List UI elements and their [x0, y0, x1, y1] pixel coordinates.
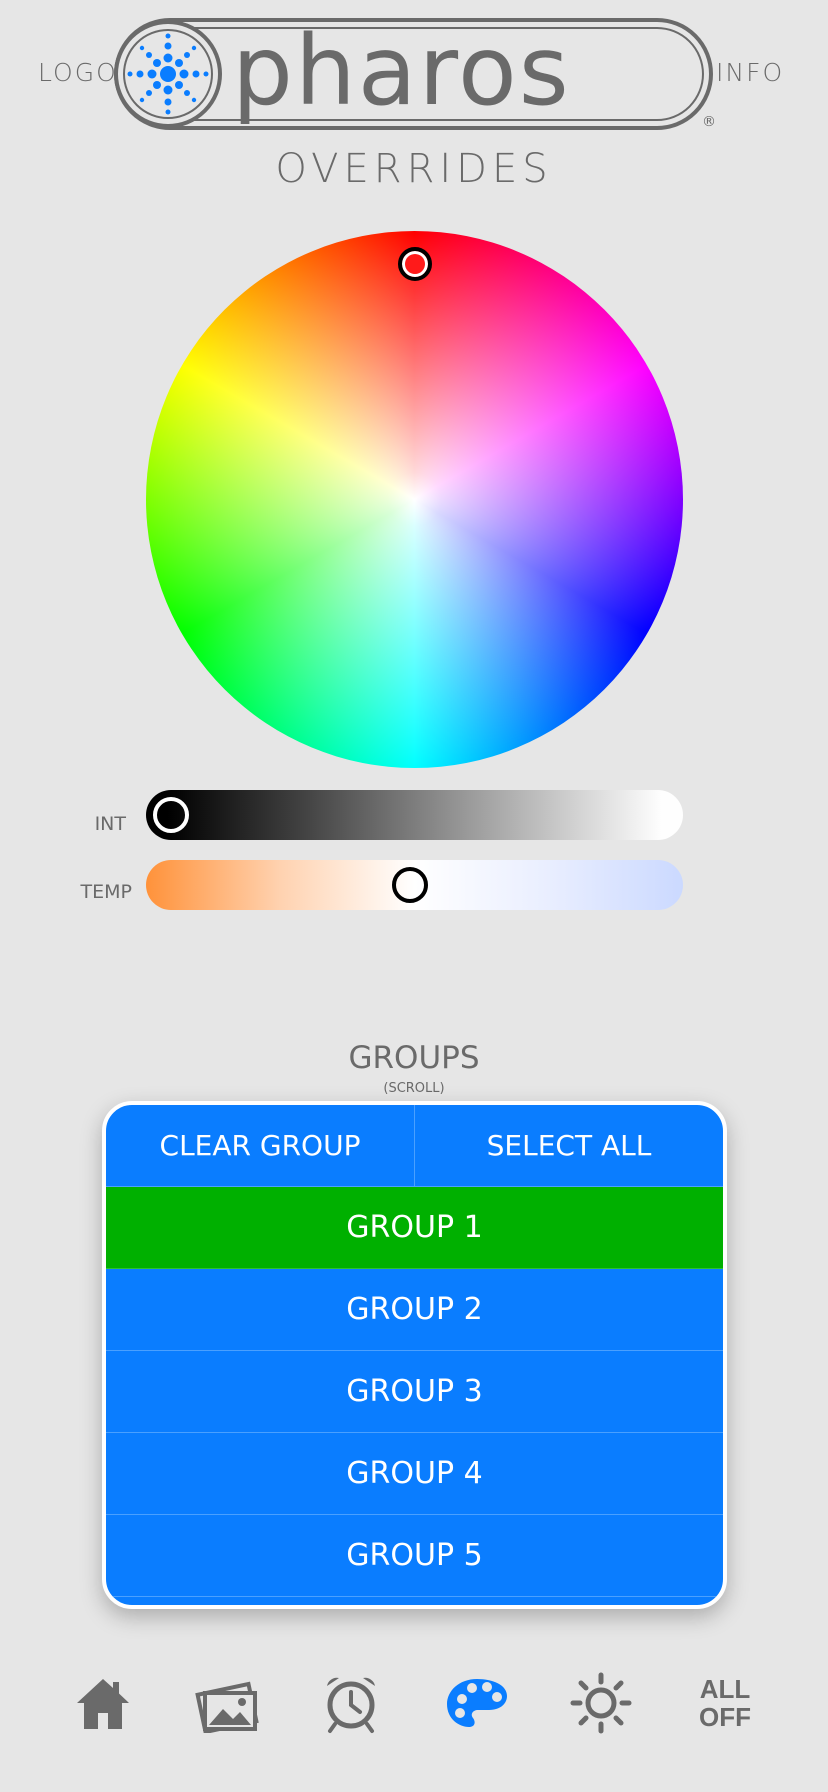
temperature-slider-thumb[interactable]	[392, 867, 428, 903]
alarm-clock-icon	[327, 1677, 375, 1733]
page-title: OVERRIDES	[275, 146, 553, 192]
nav-timers[interactable]	[316, 1668, 386, 1738]
group-row[interactable]: GROUP 2	[106, 1269, 723, 1351]
groups-list[interactable]: CLEAR GROUP SELECT ALL GROUP 1 GROUP 2 G…	[102, 1101, 727, 1609]
group-row[interactable]: GROUP 1	[106, 1187, 723, 1269]
nav-overrides[interactable]	[442, 1668, 512, 1738]
color-wheel-handle[interactable]	[398, 247, 432, 281]
svg-text:®: ®	[702, 114, 716, 130]
gallery-icon	[195, 1681, 259, 1733]
nav-all-off[interactable]: ALL OFF	[690, 1668, 760, 1738]
bottom-nav: ALL OFF	[0, 1668, 828, 1738]
intensity-label: INT	[94, 813, 126, 835]
nav-home[interactable]	[68, 1668, 138, 1738]
sun-icon	[570, 1672, 632, 1734]
groups-actions: CLEAR GROUP SELECT ALL	[106, 1105, 723, 1187]
home-icon	[77, 1679, 129, 1729]
group-row[interactable]: GROUP 5	[106, 1515, 723, 1597]
pharos-logo: pharos ®	[114, 15, 716, 130]
intensity-slider-thumb[interactable]	[153, 797, 189, 833]
nav-brightness[interactable]	[566, 1668, 636, 1738]
info-link[interactable]: INFO	[716, 58, 784, 87]
intensity-slider[interactable]	[146, 790, 683, 840]
all-off-icon: ALL OFF	[699, 1674, 751, 1732]
color-wheel[interactable]	[146, 231, 683, 768]
nav-scenes[interactable]	[192, 1668, 262, 1738]
select-all-button[interactable]: SELECT ALL	[414, 1105, 723, 1186]
temperature-label: TEMP	[80, 881, 132, 903]
svg-text:pharos: pharos	[232, 15, 571, 127]
clear-group-button[interactable]: CLEAR GROUP	[106, 1105, 414, 1186]
groups-scroll-hint: (SCROLL)	[383, 1081, 445, 1096]
groups-title: GROUPS	[348, 1040, 480, 1076]
overrides-page: LOGOUT pharos ® INFO OVERRIDES INT TEMP	[0, 0, 828, 1792]
group-row[interactable]: GROUP 3	[106, 1351, 723, 1433]
group-row[interactable]: GROUP 4	[106, 1433, 723, 1515]
palette-icon	[447, 1679, 507, 1727]
